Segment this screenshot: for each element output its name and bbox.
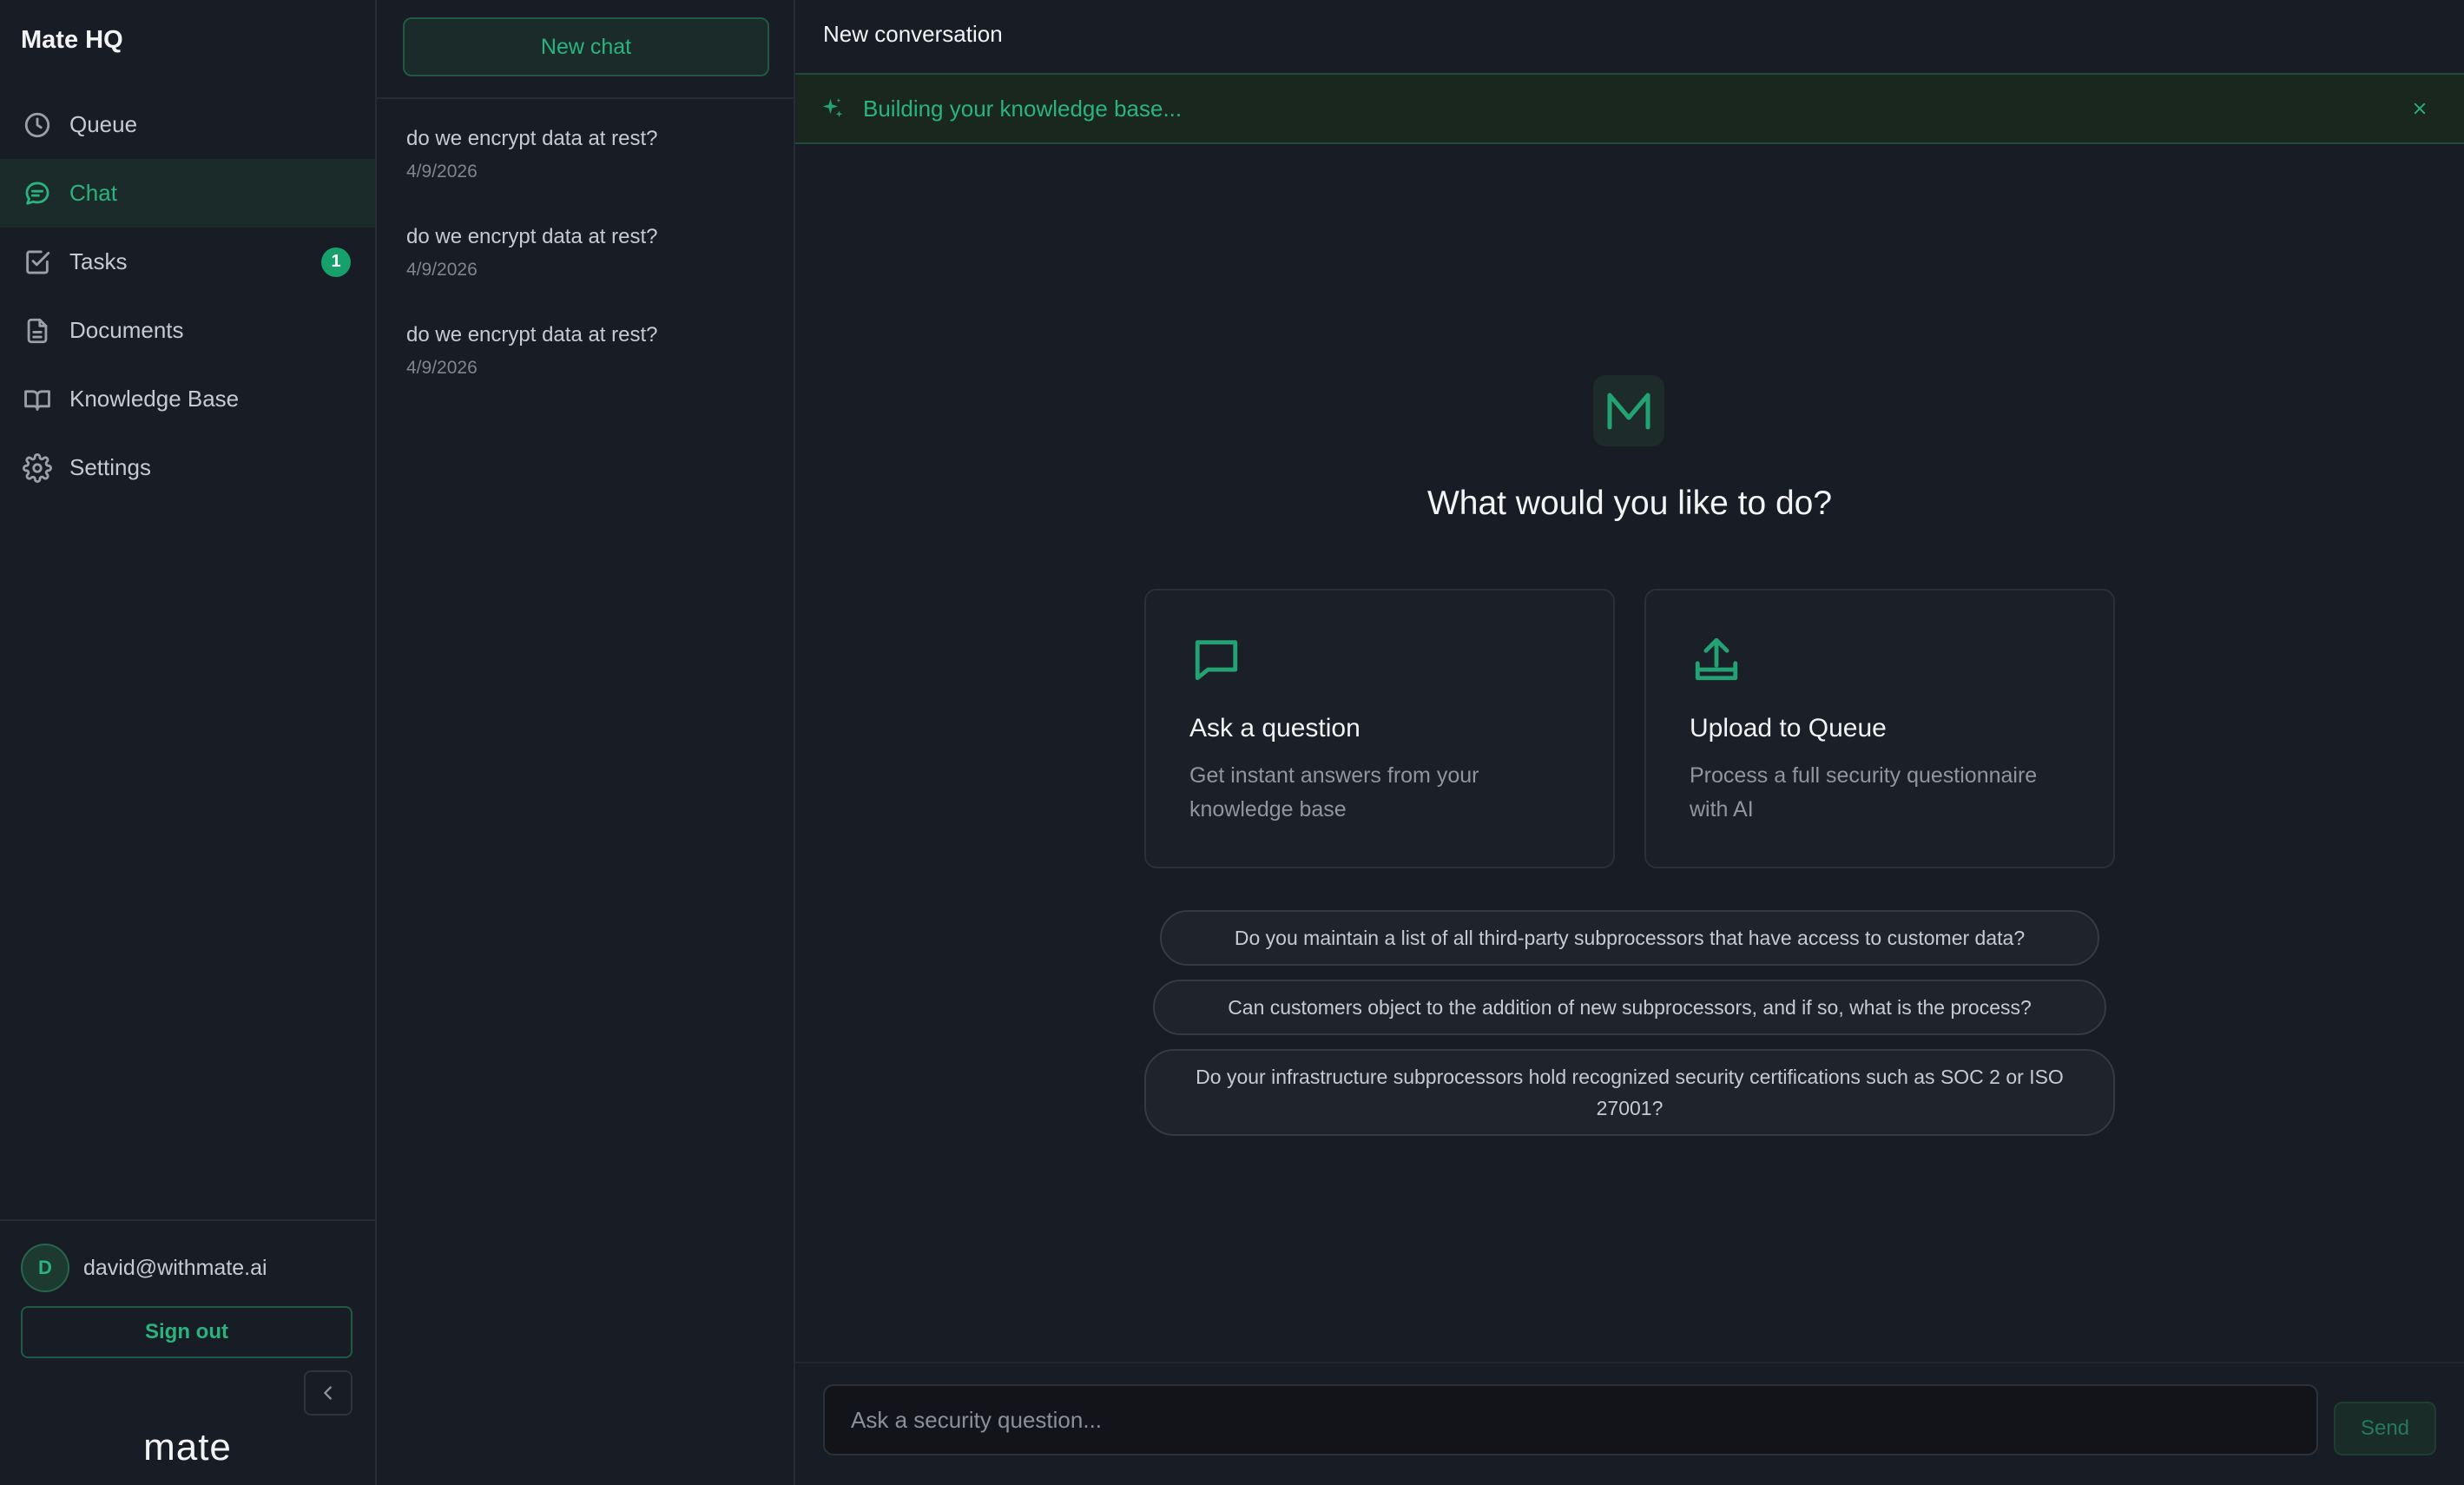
upload-to-queue-card[interactable]: Upload to Queue Process a full security … bbox=[1644, 589, 2115, 868]
book-icon bbox=[23, 385, 52, 414]
conversation-item[interactable]: do we encrypt data at rest? 4/9/2026 bbox=[377, 318, 794, 416]
sidebar-item-label: Settings bbox=[69, 454, 151, 480]
user-email: david@withmate.ai bbox=[83, 1255, 267, 1280]
card-title: Upload to Queue bbox=[1690, 714, 1887, 742]
status-banner: Building your knowledge base... bbox=[795, 73, 2464, 144]
sparkle-icon bbox=[820, 96, 846, 122]
chevron-left-icon bbox=[319, 1383, 338, 1402]
new-chat-button[interactable]: New chat bbox=[403, 17, 769, 76]
sidebar-item-queue[interactable]: Queue bbox=[0, 90, 375, 159]
sidebar-item-label: Documents bbox=[69, 317, 184, 343]
gear-icon bbox=[23, 452, 52, 483]
conversation-title: do we encrypt data at rest? bbox=[406, 323, 658, 346]
suggestion-chip[interactable]: Do you maintain a list of all third-part… bbox=[1160, 910, 2099, 966]
sidebar-item-tasks[interactable]: Tasks 1 bbox=[0, 228, 375, 296]
conversation-date: 4/9/2026 bbox=[406, 260, 478, 280]
sidebar-item-knowledge-base[interactable]: Knowledge Base bbox=[0, 365, 375, 433]
close-icon[interactable] bbox=[2407, 96, 2433, 122]
chat-input[interactable] bbox=[823, 1384, 2318, 1455]
page-title: New conversation bbox=[823, 21, 1003, 47]
suggestion-chip[interactable]: Do your infrastructure subprocessors hol… bbox=[1144, 1049, 2115, 1136]
tasks-count-badge: 1 bbox=[321, 247, 351, 277]
sidebar-item-settings[interactable]: Settings bbox=[0, 433, 375, 502]
sidebar-nav: Queue Chat Tasks 1 Documents Knowledge B… bbox=[0, 90, 375, 502]
card-description: Get instant answers from your knowledge … bbox=[1189, 763, 1479, 822]
chat-bubble-icon bbox=[1191, 634, 1242, 684]
ask-question-card[interactable]: Ask a question Get instant answers from … bbox=[1144, 589, 1615, 868]
checkbox-icon bbox=[23, 248, 52, 277]
footer-logo: mate bbox=[143, 1426, 232, 1468]
banner-text: Building your knowledge base... bbox=[863, 95, 1183, 122]
welcome-headline: What would you like to do? bbox=[1426, 485, 1833, 522]
sidebar-item-label: Queue bbox=[69, 111, 138, 137]
conversation-item[interactable]: do we encrypt data at rest? 4/9/2026 bbox=[377, 122, 794, 220]
conversation-title: do we encrypt data at rest? bbox=[406, 225, 658, 248]
mate-logo-icon bbox=[1593, 375, 1664, 446]
suggestion-chip[interactable]: Can customers object to the addition of … bbox=[1153, 980, 2106, 1035]
chat-bubble-icon bbox=[23, 179, 52, 208]
conversation-list: do we encrypt data at rest? 4/9/2026 do … bbox=[377, 122, 794, 416]
card-title: Ask a question bbox=[1189, 714, 1360, 742]
conversation-date: 4/9/2026 bbox=[406, 162, 478, 182]
conversation-date: 4/9/2026 bbox=[406, 358, 478, 378]
collapse-sidebar-button[interactable] bbox=[304, 1370, 352, 1416]
sidebar-item-label: Knowledge Base bbox=[69, 386, 240, 412]
divider bbox=[377, 97, 794, 99]
user-info: D david@withmate.ai bbox=[21, 1244, 267, 1292]
clock-icon bbox=[23, 110, 52, 140]
sidebar-footer: D david@withmate.ai Sign out mate bbox=[0, 1219, 375, 1485]
conversation-item[interactable]: do we encrypt data at rest? 4/9/2026 bbox=[377, 220, 794, 318]
avatar: D bbox=[21, 1244, 69, 1292]
sidebar-item-label: Chat bbox=[69, 180, 117, 206]
conversation-title: do we encrypt data at rest? bbox=[406, 127, 658, 150]
sidebar-item-chat[interactable]: Chat bbox=[0, 159, 375, 228]
send-button[interactable]: Send bbox=[2334, 1402, 2436, 1455]
sign-out-button[interactable]: Sign out bbox=[21, 1306, 352, 1358]
main-panel: New conversation Building your knowledge… bbox=[795, 0, 2464, 1485]
conversation-panel: New chat do we encrypt data at rest? 4/9… bbox=[377, 0, 795, 1485]
upload-icon bbox=[1691, 634, 1742, 684]
document-icon bbox=[23, 316, 52, 346]
sidebar-item-documents[interactable]: Documents bbox=[0, 296, 375, 365]
card-description: Process a full security questionnaire wi… bbox=[1690, 763, 2038, 822]
divider bbox=[795, 1362, 2464, 1363]
sidebar-item-label: Tasks bbox=[69, 248, 128, 274]
app-title: Mate HQ bbox=[21, 26, 123, 54]
sidebar: Mate HQ Queue Chat Tasks 1 Documents Kno… bbox=[0, 0, 377, 1485]
